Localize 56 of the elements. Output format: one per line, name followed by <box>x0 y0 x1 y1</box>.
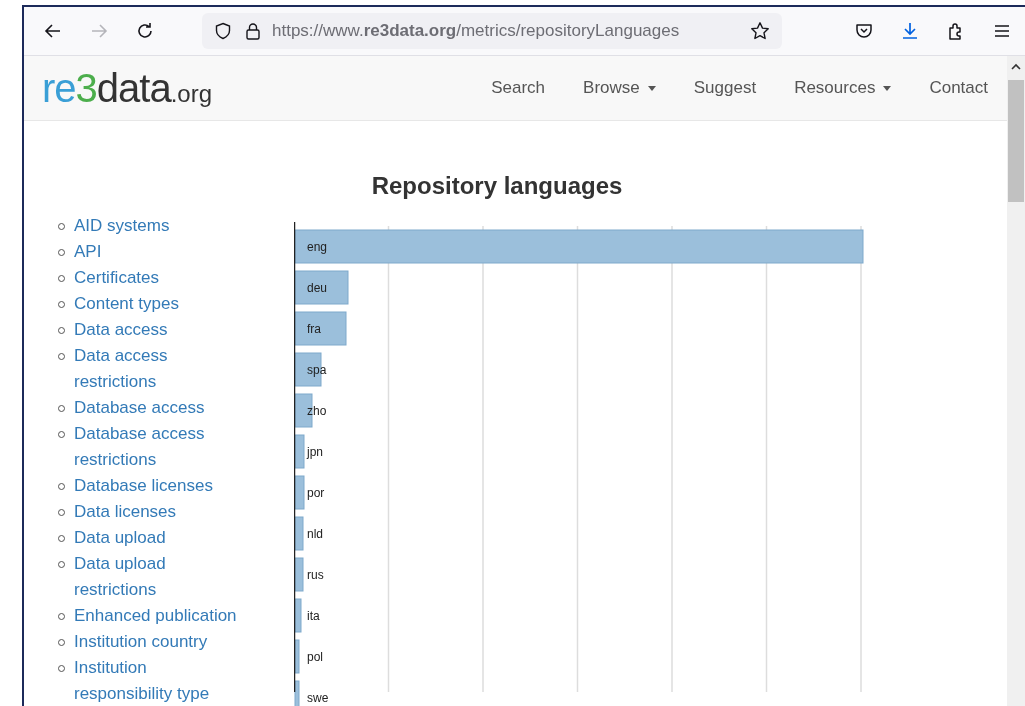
sidebar-link[interactable]: Data upload <box>74 525 246 551</box>
sidebar-link[interactable]: API <box>74 239 246 265</box>
bar-label: deu <box>307 281 328 295</box>
bar-label: por <box>307 486 325 500</box>
nav-dropdown[interactable]: Browse <box>564 78 675 98</box>
sidebar-link[interactable]: Enhanced publication <box>74 603 246 629</box>
nav-link[interactable]: Search <box>472 78 565 98</box>
scroll-up-icon[interactable] <box>1010 62 1022 72</box>
sidebar-link[interactable]: Data upload restrictions <box>74 551 246 603</box>
sidebar-link[interactable]: Institution responsibility type <box>74 655 246 706</box>
scrollbar-thumb[interactable] <box>1008 80 1024 202</box>
download-icon[interactable] <box>900 21 920 41</box>
sidebar-link[interactable]: Institution country <box>74 629 246 655</box>
chart-bar <box>294 311 347 346</box>
bar-label: swe <box>307 691 329 705</box>
url-text: https://www.re3data.org/metrics/repositoryLanguages <box>272 21 681 41</box>
site-logo[interactable]: re3data.org <box>42 68 213 108</box>
bar-label: pol <box>307 650 323 664</box>
page-title: Repository languages <box>370 171 624 201</box>
bar-label: ita <box>307 609 320 623</box>
scrollbar[interactable] <box>1007 56 1025 706</box>
sidebar-link[interactable]: AID systems <box>74 213 246 239</box>
shield-icon[interactable] <box>214 22 232 40</box>
sidebar-link[interactable]: Data access restrictions <box>74 343 246 395</box>
chart-bar <box>294 639 300 674</box>
bar-label: nld <box>307 527 323 541</box>
chart-bar <box>294 598 302 633</box>
sidebar-link[interactable]: Database access <box>74 395 246 421</box>
nav-link[interactable]: Contact <box>910 78 1007 98</box>
sidebar-link[interactable]: Data licenses <box>74 499 246 525</box>
sidebar-link[interactable]: Database licenses <box>74 473 246 499</box>
bar-label: fra <box>307 322 321 336</box>
caret-icon <box>883 85 892 91</box>
sidebar-link[interactable]: Database access restrictions <box>74 421 246 473</box>
bar-label: jpn <box>307 445 323 459</box>
pocket-icon[interactable] <box>854 21 874 41</box>
sidebar-link[interactable]: Content types <box>74 291 246 317</box>
lock-icon[interactable] <box>244 22 262 40</box>
caret-icon <box>647 85 656 91</box>
bookmark-star-icon[interactable] <box>750 21 770 41</box>
bar-label: spa <box>307 363 327 377</box>
chart-bar <box>294 516 304 551</box>
address-bar[interactable]: https://www.re3data.org/metrics/repositoryLanguages <box>202 13 782 49</box>
sidebar-link[interactable]: Certificates <box>74 265 246 291</box>
chart-bar <box>294 434 305 469</box>
chart-bar <box>294 680 300 706</box>
nav-dropdown[interactable]: Resources <box>775 78 911 98</box>
chart-bar <box>294 270 349 305</box>
chart-bar <box>294 475 305 510</box>
bar-label: eng <box>307 240 328 254</box>
bar-label: zho <box>307 404 327 418</box>
nav-link[interactable]: Suggest <box>674 78 776 98</box>
reload-icon[interactable] <box>135 21 155 41</box>
bar-label: rus <box>307 568 324 582</box>
chart-bar <box>294 557 304 592</box>
sidebar-link[interactable]: Data access <box>74 317 246 343</box>
